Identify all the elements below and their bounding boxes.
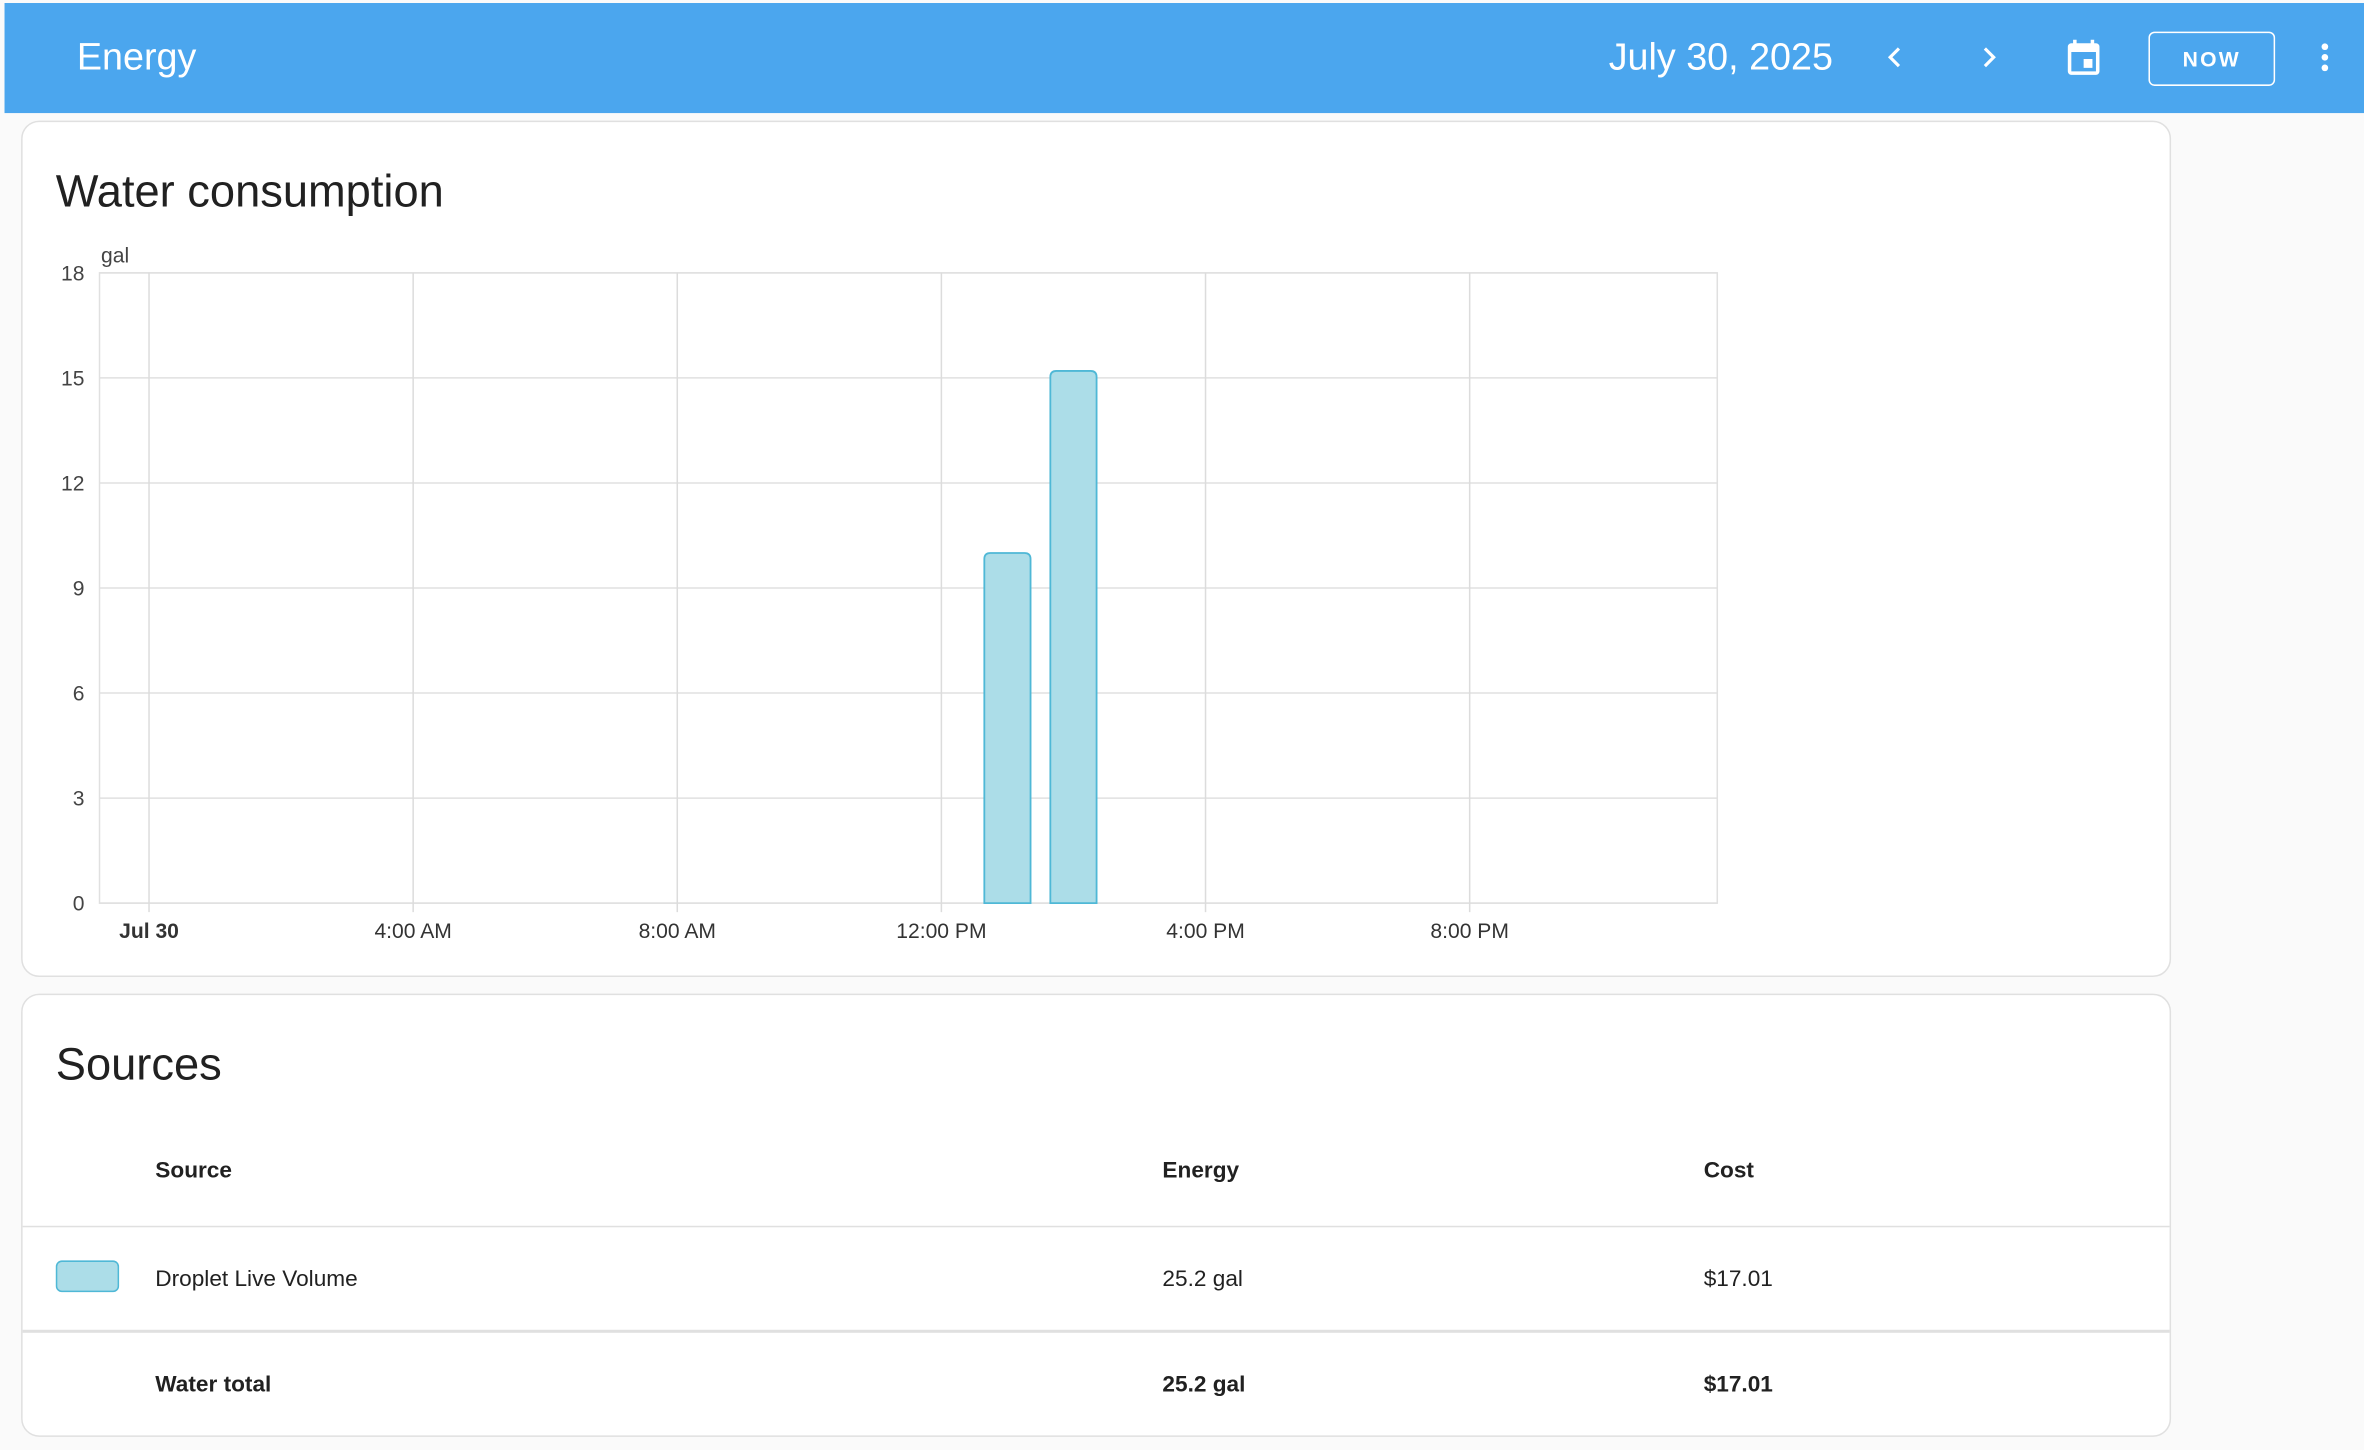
y-tick-label: 3 xyxy=(73,788,85,811)
y-axis-unit: gal xyxy=(101,244,129,267)
divider xyxy=(23,1226,2170,1228)
page-title: Energy xyxy=(77,36,196,80)
divider xyxy=(23,1330,2170,1333)
next-day-button[interactable] xyxy=(1962,30,2016,84)
sources-card: Sources Source Energy Cost Droplet Live … xyxy=(21,994,2171,1437)
water-consumption-card: Water consumption 0369121518galJul 304:0… xyxy=(21,121,2171,977)
now-button[interactable]: NOW xyxy=(2148,32,2275,86)
column-header-energy: Energy xyxy=(1162,1158,1239,1184)
x-tick-label: 12:00 PM xyxy=(896,920,986,943)
more-options-button[interactable] xyxy=(2298,30,2352,84)
calendar-button[interactable] xyxy=(2057,30,2111,84)
date-label: July 30, 2025 xyxy=(1609,36,1833,80)
top-app-bar: Energy July 30, 2025 NOW xyxy=(5,3,2364,113)
x-tick-label: 8:00 PM xyxy=(1430,920,1509,943)
more-vertical-icon xyxy=(2307,39,2343,75)
x-tick-label: 4:00 AM xyxy=(374,920,451,943)
chevron-left-icon xyxy=(1880,42,1910,72)
total-label: Water total xyxy=(155,1372,271,1398)
source-color-swatch xyxy=(56,1260,119,1292)
previous-day-button[interactable] xyxy=(1868,30,1922,84)
y-tick-label: 0 xyxy=(73,893,85,916)
x-tick-label: 4:00 PM xyxy=(1166,920,1245,943)
y-tick-label: 15 xyxy=(61,367,84,390)
total-cost: $17.01 xyxy=(1704,1372,1773,1398)
bar xyxy=(984,553,1030,903)
source-name: Droplet Live Volume xyxy=(155,1266,357,1292)
y-tick-label: 18 xyxy=(61,262,84,285)
y-tick-label: 6 xyxy=(73,683,85,706)
source-cost: $17.01 xyxy=(1704,1266,1773,1292)
water-chart: 0 3 6 9 12 15 18 gal Jul 30 4:00 AM 8:00 AM 12:00 P… xyxy=(23,122,2170,975)
card-title: Sources xyxy=(56,1040,222,1091)
column-header-source: Source xyxy=(155,1158,232,1184)
x-tick-label: 8:00 AM xyxy=(639,920,716,943)
x-tick-label: Jul 30 xyxy=(119,920,179,943)
calendar-icon xyxy=(2063,36,2105,78)
column-header-cost: Cost xyxy=(1704,1158,1754,1184)
total-energy: 25.2 gal xyxy=(1162,1372,1245,1398)
y-tick-label: 9 xyxy=(73,578,85,601)
source-energy: 25.2 gal xyxy=(1162,1266,1242,1292)
y-tick-label: 12 xyxy=(61,473,84,496)
bar xyxy=(1050,371,1096,903)
chevron-right-icon xyxy=(1974,42,2004,72)
